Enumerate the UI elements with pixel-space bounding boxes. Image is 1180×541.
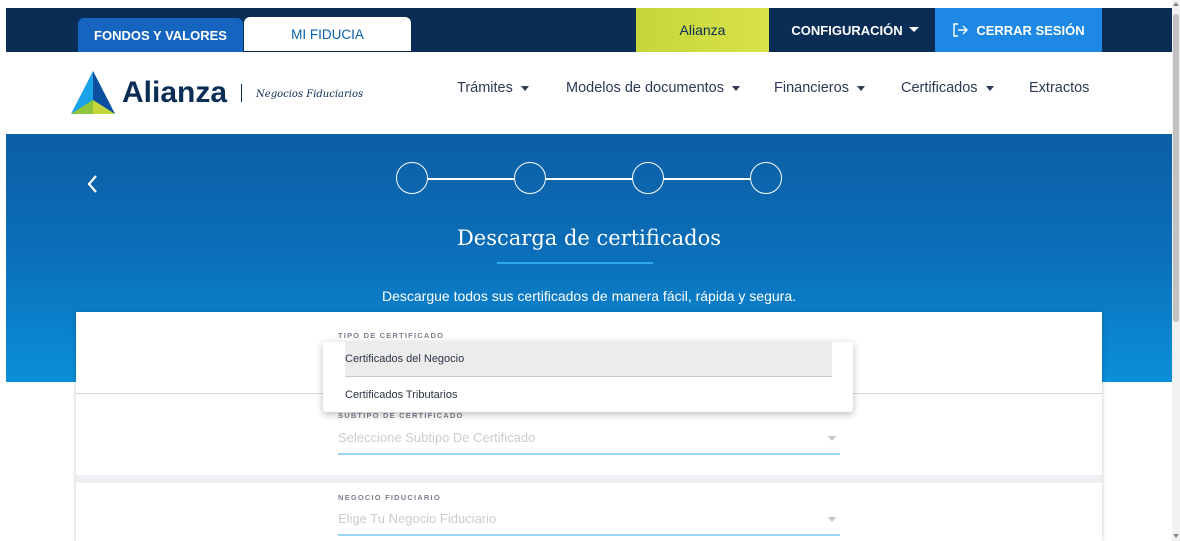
step-3-indicator bbox=[632, 162, 664, 194]
negocio-fiduciario-select[interactable]: Elige Tu Negocio Fiduciario bbox=[338, 511, 496, 526]
negocio-fiduciario-label: NEGOCIO FIDUCIARIO bbox=[338, 493, 441, 502]
step-4-indicator bbox=[750, 162, 782, 194]
caret-down-icon bbox=[856, 85, 865, 91]
scrollbar-thumb[interactable] bbox=[1173, 14, 1179, 322]
page-subtitle: Descargue todos sus certificados de mane… bbox=[382, 288, 796, 304]
nav-item-label: Extractos bbox=[1029, 80, 1090, 96]
page-title: Descarga de certificados bbox=[456, 226, 722, 250]
alianza-logo[interactable]: Alianza Negocios Fiduciarios bbox=[70, 70, 363, 116]
logout-label: CERRAR SESIÓN bbox=[976, 23, 1085, 38]
nav-item-label: Certificados bbox=[901, 80, 978, 96]
logo-separator bbox=[241, 84, 243, 102]
step-connector bbox=[546, 178, 632, 180]
logo-wordmark: Alianza bbox=[122, 76, 228, 109]
caret-down-icon bbox=[732, 85, 740, 91]
section-divider-band bbox=[76, 475, 1102, 483]
brand-pill[interactable]: Alianza bbox=[636, 8, 769, 52]
nav-item-tramites[interactable]: Trámites bbox=[457, 80, 529, 96]
option-label: Certificados Tributarios bbox=[345, 388, 458, 401]
tipo-certificado-label: TIPO DE CERTIFICADO bbox=[338, 331, 445, 340]
negocio-field-underline bbox=[338, 534, 840, 536]
brand-pill-label: Alianza bbox=[679, 22, 726, 38]
page-scrollbar[interactable] bbox=[1172, 0, 1180, 541]
nav-item-label: Financieros bbox=[774, 80, 849, 96]
nav-item-certificados[interactable]: Certificados bbox=[901, 80, 994, 96]
logout-icon bbox=[953, 23, 969, 37]
nav-item-label: Modelos de documentos bbox=[566, 80, 724, 96]
nav-item-extractos[interactable]: Extractos bbox=[1029, 80, 1089, 96]
caret-down-icon bbox=[985, 85, 994, 91]
main-nav: Alianza Negocios Fiduciarios Trámites Mo… bbox=[0, 52, 1172, 134]
nav-item-modelos-de-documentos[interactable]: Modelos de documentos bbox=[566, 80, 740, 96]
caret-down-icon bbox=[828, 436, 836, 441]
step-connector bbox=[428, 178, 514, 180]
caret-down-icon bbox=[828, 517, 836, 522]
tab-mi-fiducia[interactable]: MI FIDUCIA bbox=[244, 17, 411, 51]
tab-label: FONDOS Y VALORES bbox=[94, 27, 227, 43]
caret-down-icon bbox=[520, 85, 529, 91]
tab-fondos-y-valores[interactable]: FONDOS Y VALORES bbox=[78, 18, 243, 52]
nav-item-label: Trámites bbox=[457, 80, 513, 96]
tab-label: MI FIDUCIA bbox=[291, 26, 364, 42]
configuration-label: CONFIGURACIÓN bbox=[791, 23, 903, 38]
chevron-left-icon[interactable] bbox=[84, 172, 102, 196]
step-connector bbox=[664, 178, 750, 180]
scroll-up-arrow-icon[interactable] bbox=[1173, 2, 1179, 6]
scroll-down-arrow-icon[interactable] bbox=[1173, 534, 1179, 538]
subtipo-certificado-select[interactable]: Seleccione Subtipo De Certificado bbox=[338, 430, 535, 445]
alianza-logo-mark-icon bbox=[71, 71, 115, 114]
subtipo-certificado-label: SUBTIPO DE CERTIFICADO bbox=[338, 411, 464, 420]
caret-down-icon bbox=[908, 27, 919, 32]
tipo-certificado-dropdown: Certificados del Negocio Certificados Tr… bbox=[323, 342, 853, 412]
logo-subtitle: Negocios Fiduciarios bbox=[256, 88, 364, 100]
configuration-menu-button[interactable]: CONFIGURACIÓN bbox=[775, 8, 935, 52]
title-underline bbox=[497, 262, 653, 264]
step-2-indicator bbox=[514, 162, 546, 194]
dropdown-option-certificados-del-negocio[interactable]: Certificados del Negocio bbox=[345, 342, 832, 377]
logout-button[interactable]: CERRAR SESIÓN bbox=[935, 8, 1102, 52]
nav-item-financieros[interactable]: Financieros bbox=[774, 80, 865, 96]
dropdown-option-certificados-tributarios[interactable]: Certificados Tributarios bbox=[345, 377, 832, 412]
subtipo-field-underline bbox=[338, 453, 840, 455]
step-1-indicator bbox=[396, 162, 428, 194]
option-label: Certificados del Negocio bbox=[345, 353, 465, 365]
